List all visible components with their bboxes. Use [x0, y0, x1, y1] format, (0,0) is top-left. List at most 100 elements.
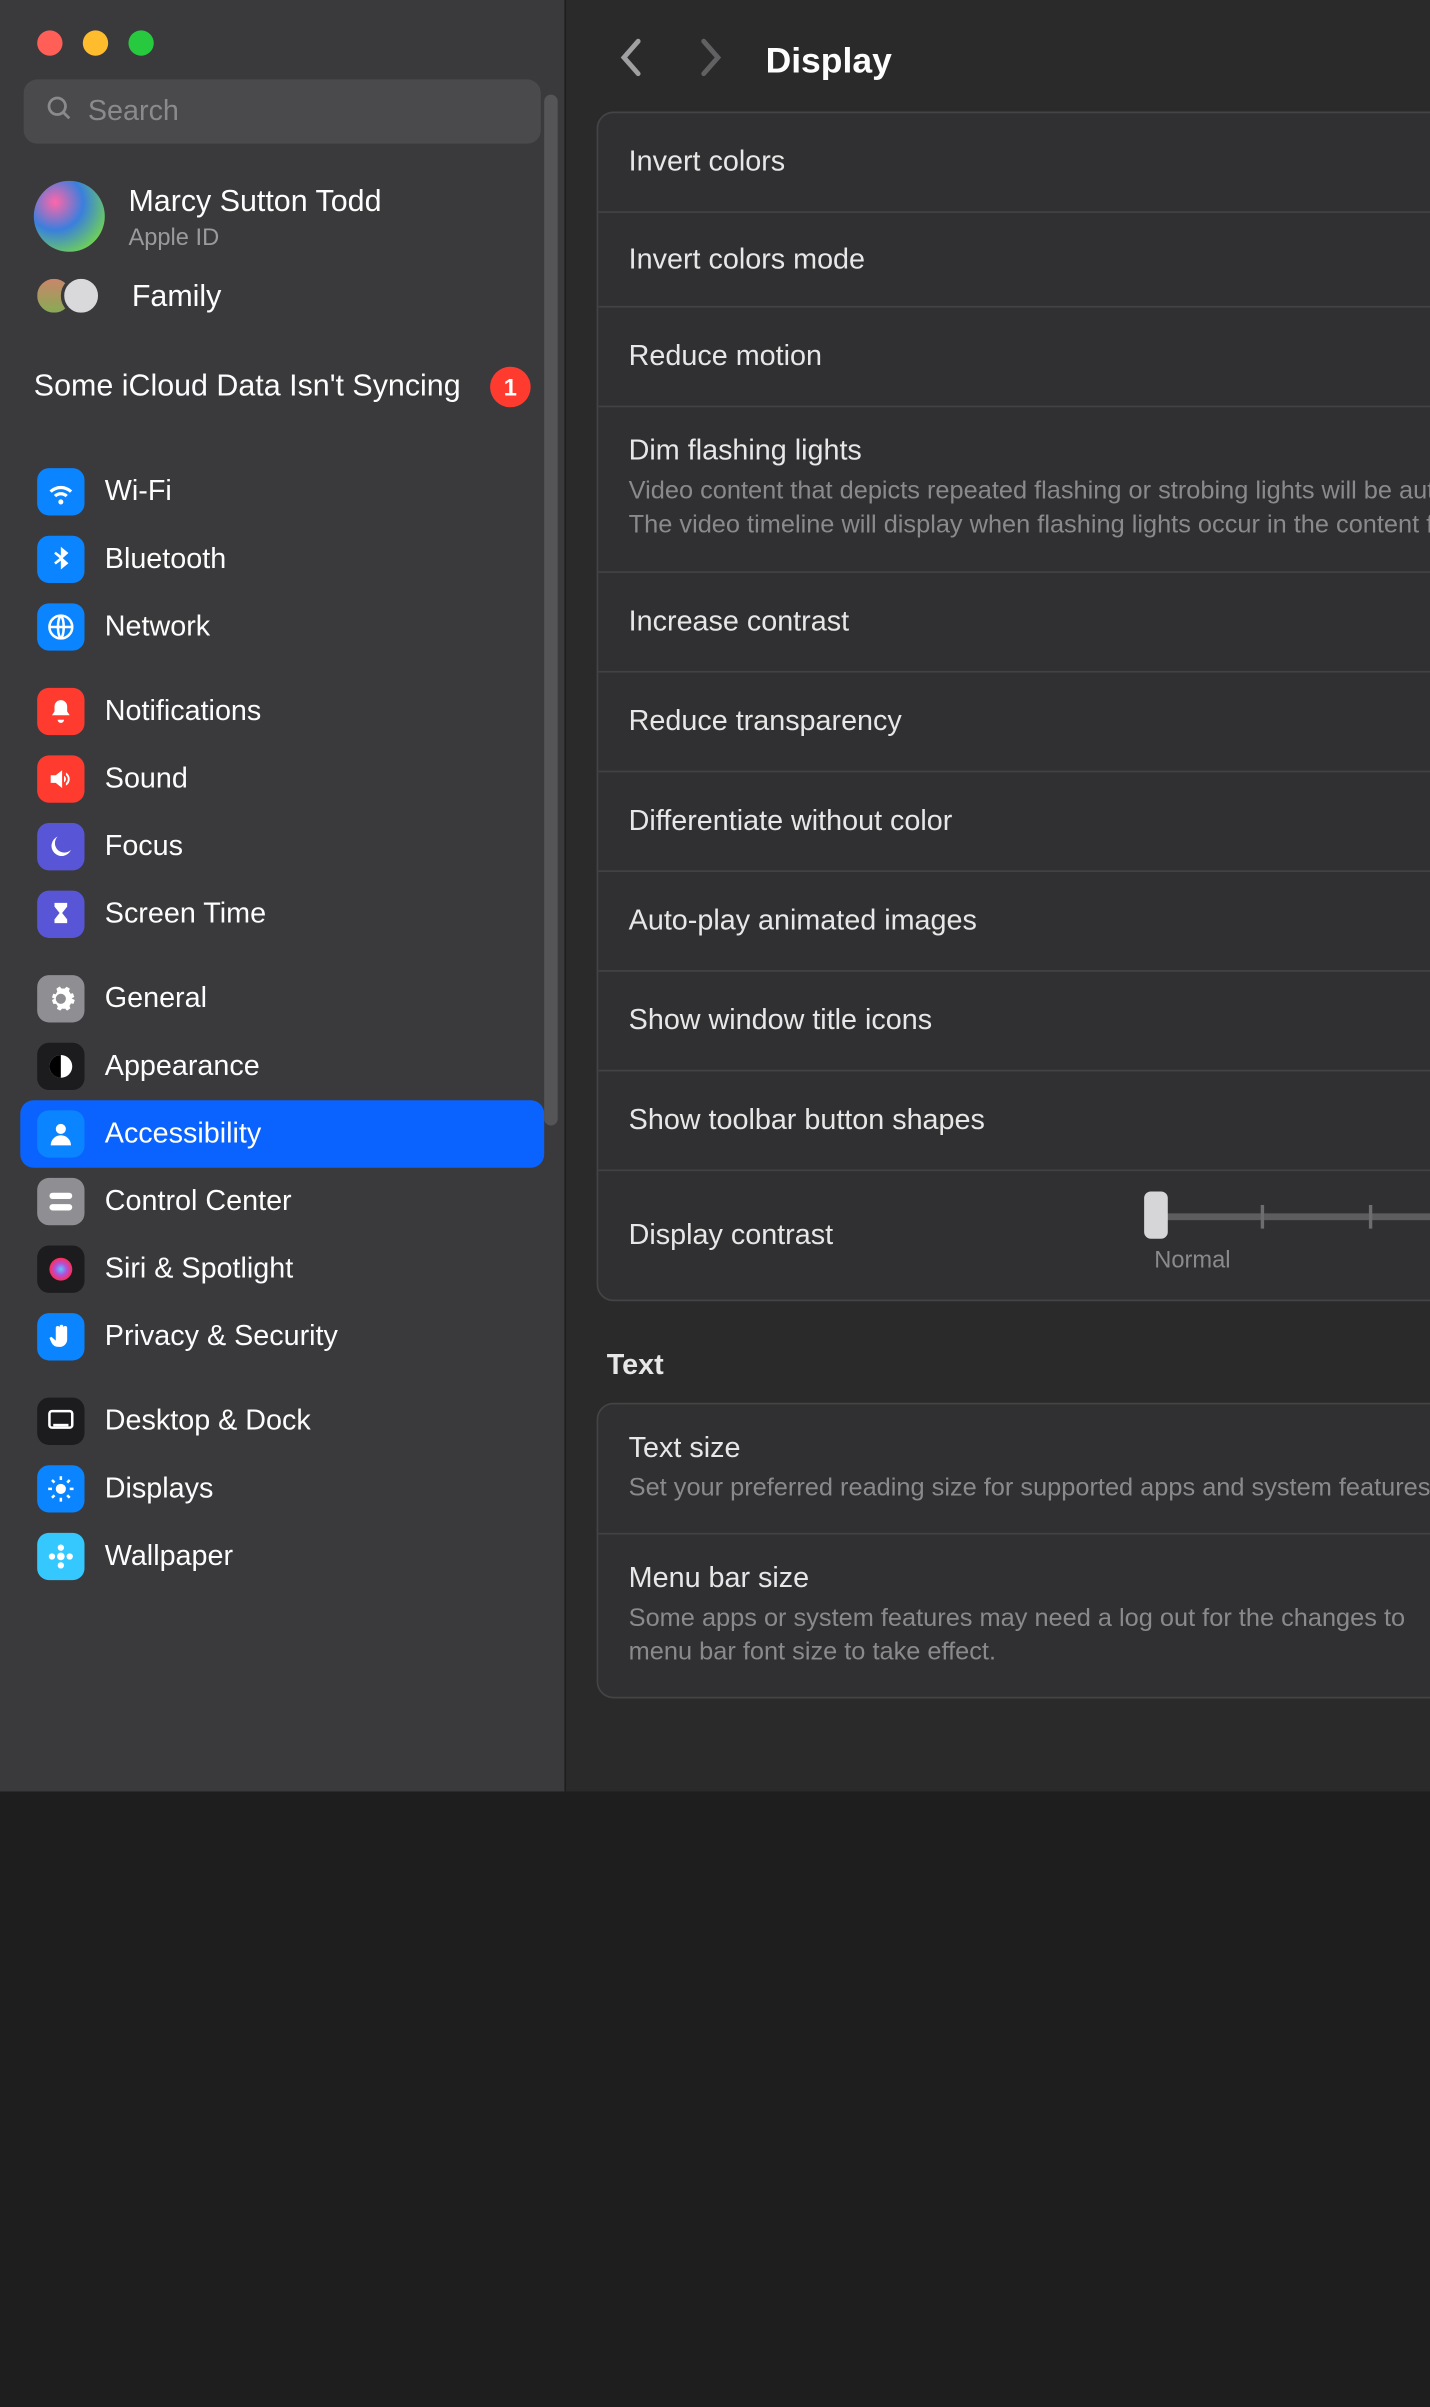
sub-menu-bar-size: Some apps or system features may need a … [629, 1602, 1430, 1670]
label-differentiate: Differentiate without color [629, 804, 1430, 838]
row-display-contrast: Display contrast [598, 1170, 1430, 1298]
search-input[interactable] [88, 95, 521, 129]
sidebar-item-label: Siri & Spotlight [105, 1252, 293, 1286]
flower-icon [37, 1533, 84, 1580]
row-reduce-transparency: Reduce transparency [598, 672, 1430, 772]
family-row[interactable]: Family [0, 262, 564, 340]
sidebar-item-general[interactable]: General [20, 965, 544, 1033]
family-label: Family [132, 278, 222, 313]
page-title: Display [766, 42, 892, 83]
sidebar-item-notifications[interactable]: Notifications [20, 678, 544, 746]
sun-icon [37, 1465, 84, 1512]
sidebar-item-label: Notifications [105, 695, 262, 729]
sidebar-item-label: Accessibility [105, 1117, 261, 1151]
account-name: Marcy Sutton Todd [128, 183, 381, 218]
sidebar-item-desktop[interactable]: Desktop & Dock [20, 1387, 544, 1455]
sidebar-item-appearance[interactable]: Appearance [20, 1033, 544, 1101]
label-text-size: Text size [629, 1431, 1430, 1465]
row-reduce-motion: Reduce motion [598, 308, 1430, 408]
row-autoplay-animated-images: Auto-play animated images [598, 871, 1430, 971]
sidebar-item-label: Desktop & Dock [105, 1404, 311, 1438]
slider-display-contrast[interactable] [1154, 1197, 1430, 1231]
sidebar-item-label: Focus [105, 830, 183, 864]
siri-icon [37, 1246, 84, 1293]
sidebar: Marcy Sutton Todd Apple ID Family Some i… [0, 0, 566, 1791]
row-invert-colors: Invert colors [598, 113, 1430, 213]
sidebar-item-screentime[interactable]: Screen Time [20, 880, 544, 948]
label-display-contrast: Display contrast [629, 1218, 1121, 1252]
label-toolbar-shapes: Show toolbar button shapes [629, 1103, 1430, 1137]
section-label-text: Text [607, 1348, 1430, 1382]
bell-icon [37, 688, 84, 735]
row-text-size[interactable]: Text size Set your preferred reading siz… [598, 1404, 1430, 1535]
search-icon [44, 92, 74, 131]
slider-knob[interactable] [1144, 1191, 1168, 1238]
topbar: Display [566, 0, 1430, 112]
label-menu-bar-size: Menu bar size [629, 1561, 1430, 1595]
sidebar-item-label: Screen Time [105, 897, 266, 931]
sidebar-item-accessibility[interactable]: Accessibility [20, 1100, 544, 1168]
row-invert-colors-mode: Invert colors mode Smart Classic [598, 213, 1430, 308]
sidebar-item-privacy[interactable]: Privacy & Security [20, 1303, 544, 1371]
wifi-icon [37, 468, 84, 515]
sidebar-item-siri[interactable]: Siri & Spotlight [20, 1235, 544, 1303]
globe-icon [37, 603, 84, 650]
sidebar-item-label: Network [105, 610, 210, 644]
sidebar-item-displays[interactable]: Displays [20, 1455, 544, 1523]
switches-icon [37, 1178, 84, 1225]
slider-min-label: Normal [1154, 1245, 1230, 1272]
row-increase-contrast: Increase contrast [598, 572, 1430, 672]
sidebar-item-label: Sound [105, 762, 188, 796]
minimize-button[interactable] [83, 30, 108, 55]
sync-text: Some iCloud Data Isn't Syncing [34, 367, 490, 407]
row-dim-flashing-lights: Dim flashing lights Video content that d… [598, 407, 1430, 572]
gear-icon [37, 975, 84, 1022]
sidebar-item-wallpaper[interactable]: Wallpaper [20, 1523, 544, 1591]
sidebar-item-label: Privacy & Security [105, 1320, 338, 1354]
sidebar-item-focus[interactable]: Focus [20, 813, 544, 881]
back-button[interactable] [610, 30, 654, 96]
sidebar-item-label: General [105, 982, 207, 1016]
system-settings-window: Marcy Sutton Todd Apple ID Family Some i… [0, 0, 1430, 1791]
sidebar-item-wifi[interactable]: Wi-Fi [20, 458, 544, 526]
sync-badge: 1 [490, 367, 531, 408]
label-invert-colors-mode: Invert colors mode [629, 243, 1430, 277]
halfcircle-icon [37, 1043, 84, 1090]
bluetooth-icon [37, 536, 84, 583]
sidebar-item-label: Control Center [105, 1185, 292, 1219]
sidebar-item-label: Displays [105, 1472, 214, 1506]
family-avatars [34, 275, 108, 316]
label-increase-contrast: Increase contrast [629, 604, 1430, 638]
hand-icon [37, 1313, 84, 1360]
dock-icon [37, 1398, 84, 1445]
label-reduce-motion: Reduce motion [629, 340, 1430, 374]
avatar [34, 181, 105, 252]
sidebar-item-label: Appearance [105, 1049, 260, 1083]
display-panel: Invert colors Invert colors mode Smart C… [597, 112, 1430, 1301]
label-autoplay: Auto-play animated images [629, 903, 1430, 937]
sidebar-item-bluetooth[interactable]: Bluetooth [20, 526, 544, 594]
row-menu-bar-size: Menu bar size Some apps or system featur… [598, 1534, 1430, 1697]
moon-icon [37, 823, 84, 870]
search-field[interactable] [24, 79, 541, 143]
label-invert-colors: Invert colors [629, 145, 1430, 179]
apple-id-row[interactable]: Marcy Sutton Todd Apple ID [0, 157, 564, 262]
label-dim-flashing: Dim flashing lights [629, 434, 1430, 468]
main-content: Display Invert colors Invert colors mode… [566, 0, 1430, 1791]
close-button[interactable] [37, 30, 62, 55]
sub-text-size: Set your preferred reading size for supp… [629, 1471, 1430, 1505]
sidebar-item-network[interactable]: Network [20, 593, 544, 661]
window-controls [0, 0, 564, 56]
person-icon [37, 1110, 84, 1157]
sidebar-item-sound[interactable]: Sound [20, 745, 544, 813]
sidebar-item-controlcenter[interactable]: Control Center [20, 1168, 544, 1236]
sidebar-scrollbar[interactable] [544, 95, 558, 1126]
sidebar-item-label: Wi-Fi [105, 475, 172, 509]
forward-button[interactable] [688, 30, 732, 96]
sub-dim-flashing: Video content that depicts repeated flas… [629, 475, 1430, 543]
label-reduce-transparency: Reduce transparency [629, 704, 1430, 738]
account-sub: Apple ID [128, 222, 381, 249]
text-panel: Text size Set your preferred reading siz… [597, 1402, 1430, 1699]
icloud-sync-warning[interactable]: Some iCloud Data Isn't Syncing 1 [0, 340, 564, 431]
maximize-button[interactable] [128, 30, 153, 55]
